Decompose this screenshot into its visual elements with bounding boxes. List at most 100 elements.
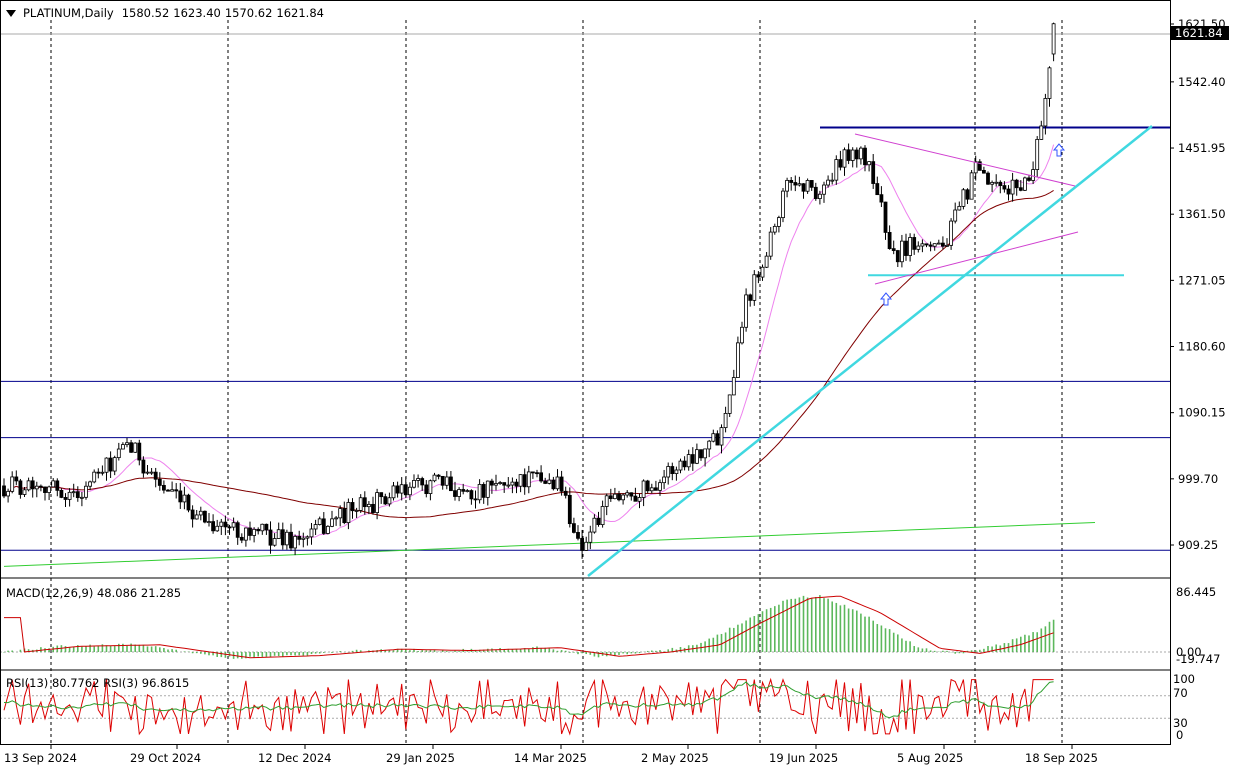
candle-body — [912, 237, 917, 250]
candle-body — [211, 521, 216, 532]
candle-body — [67, 491, 72, 500]
candle-body — [625, 492, 630, 496]
candle-body — [863, 147, 867, 166]
buy-arrow-icon — [879, 292, 893, 306]
candle-body — [133, 442, 138, 453]
price-chart[interactable]: 1621.501542.401451.951361.501271.051180.… — [0, 0, 1242, 771]
candle-body — [338, 508, 343, 519]
candle-body — [22, 489, 27, 495]
frame — [0, 0, 1171, 745]
candle-body — [477, 484, 482, 501]
candle-body — [793, 182, 798, 186]
macd-signal-line — [4, 595, 1054, 659]
candle-body — [129, 442, 134, 453]
dropdown-triangle-icon[interactable] — [6, 9, 16, 17]
candle-body — [711, 433, 716, 442]
candle-body — [457, 489, 462, 497]
candle-body — [239, 536, 244, 541]
candle-body — [818, 193, 822, 199]
rsi-axis-label: 70 — [1173, 686, 1188, 700]
candle-body — [428, 480, 433, 494]
candle-body — [932, 243, 937, 247]
candle-body — [514, 481, 519, 487]
candle-body — [166, 489, 170, 492]
candle-body — [965, 189, 970, 200]
candle-body — [137, 442, 142, 461]
candle-body — [740, 326, 744, 344]
candle-body — [260, 523, 265, 532]
candle-body — [362, 497, 367, 508]
candle-body — [494, 483, 498, 486]
triangle-upper-line — [854, 133, 1076, 187]
candle-body — [879, 194, 884, 203]
candle-body — [961, 189, 966, 207]
candle-body — [555, 476, 560, 490]
candle-body — [572, 523, 576, 533]
candle-body — [330, 518, 334, 527]
candle-body — [723, 412, 728, 429]
macd-label: MACD(12,26,9) 48.086 21.285 — [6, 586, 182, 600]
candle-body — [2, 485, 6, 497]
candle-body — [990, 182, 994, 185]
candle-body — [289, 531, 293, 549]
candle-body — [629, 492, 634, 497]
candle-body — [157, 478, 162, 486]
date-axis-label: 12 Dec 2024 — [258, 751, 331, 765]
current-price-label: 1621.84 — [1175, 26, 1223, 40]
moving-averages — [3, 144, 1096, 567]
candle-body — [395, 485, 400, 494]
low-value: 1570.62 — [224, 6, 273, 20]
candle-body — [941, 242, 945, 247]
candle-body — [284, 531, 289, 546]
candle-body — [88, 481, 92, 487]
price-axis-label: 1090.15 — [1178, 406, 1226, 420]
candle-body — [342, 508, 347, 524]
candle-body — [633, 495, 638, 502]
candle-body — [883, 201, 888, 233]
candle-body — [924, 243, 929, 246]
candle-body — [908, 237, 912, 256]
candle-body — [1010, 179, 1015, 195]
candle-body — [440, 475, 445, 486]
candle-body — [47, 486, 51, 493]
candle-body — [510, 481, 515, 486]
date-axis-label: 2 May 2025 — [641, 751, 709, 765]
candle-body — [108, 457, 113, 472]
candle-body — [641, 480, 646, 498]
candle-body — [1027, 177, 1031, 181]
candle-body — [756, 274, 761, 278]
candle-body — [727, 394, 732, 414]
candle-body — [686, 454, 691, 468]
candle-body — [231, 522, 236, 528]
candle-body — [526, 471, 531, 488]
price-axis-label: 1361.50 — [1178, 207, 1226, 221]
high-value: 1623.40 — [173, 6, 221, 20]
candle-body — [63, 497, 68, 500]
candle-body — [682, 460, 687, 468]
candle-body — [485, 480, 490, 498]
candle-body — [584, 541, 589, 551]
date-axis-label: 19 Jun 2025 — [769, 751, 838, 765]
candle-body — [736, 342, 740, 378]
candle-body — [43, 486, 47, 493]
candle-body — [375, 492, 380, 513]
rsi-axis-label: 100 — [1173, 672, 1195, 686]
candle-body — [982, 169, 986, 174]
candle-body — [264, 523, 269, 531]
candle-body — [719, 427, 724, 446]
candle-body — [248, 527, 252, 536]
candle-body — [854, 149, 859, 160]
candle-body — [752, 274, 757, 301]
date-axis-label: 14 Mar 2025 — [514, 751, 587, 765]
candle-body — [830, 179, 835, 182]
candle-body — [674, 469, 679, 475]
candle-body — [465, 490, 470, 492]
candle-body — [153, 471, 158, 480]
candle-body — [785, 179, 789, 192]
candle-body — [645, 480, 650, 492]
candle-body — [407, 486, 412, 496]
candle-body — [432, 474, 437, 482]
candle-body — [334, 517, 339, 520]
candle-body — [1014, 179, 1019, 189]
candle-body — [543, 480, 548, 484]
